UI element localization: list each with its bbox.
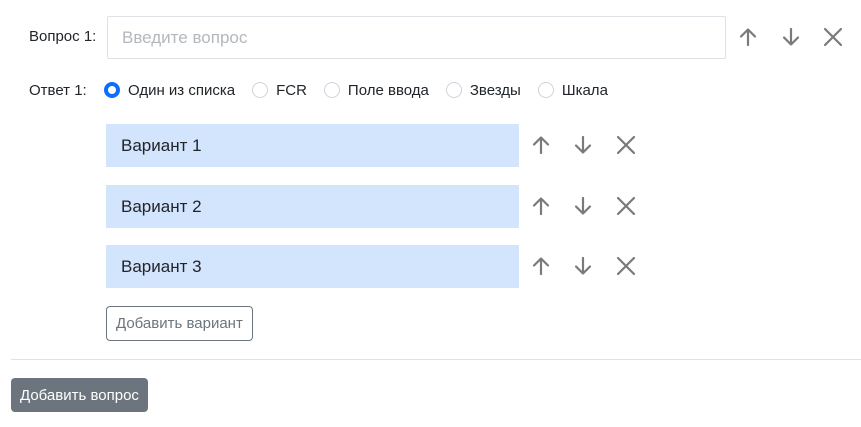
- arrow-down-icon: [574, 256, 592, 275]
- option-remove-button[interactable]: [611, 251, 641, 281]
- answer-label: Ответ 1:: [29, 82, 87, 99]
- option-field[interactable]: Вариант 3: [106, 245, 519, 288]
- radio-unchecked[interactable]: [323, 82, 340, 98]
- answer-type-single-choice[interactable]: Один из списка: [104, 82, 235, 99]
- answer-type-group: Один из списка FCR Поле ввода Звезды Шка…: [104, 78, 608, 102]
- divider: [11, 359, 861, 360]
- answer-type-label: Один из списка: [128, 81, 236, 99]
- close-icon: [823, 27, 843, 47]
- arrow-down-icon: [782, 27, 800, 46]
- close-icon: [616, 196, 636, 216]
- radio-checked[interactable]: [104, 82, 120, 98]
- option-remove-button[interactable]: [611, 130, 641, 160]
- answer-type-label: FCR: [276, 81, 307, 99]
- question-label: Вопрос 1:: [29, 28, 97, 45]
- answer-type-row: Ответ 1: Один из списка FCR Поле ввода З…: [0, 78, 861, 102]
- answer-type-label: Звезды: [469, 81, 521, 99]
- option-move-down-button[interactable]: [568, 130, 598, 160]
- question-input[interactable]: [107, 16, 726, 59]
- option-move-up-button[interactable]: [526, 130, 556, 160]
- arrow-down-icon: [574, 135, 592, 154]
- arrow-up-icon: [532, 197, 550, 216]
- option-field[interactable]: Вариант 2: [106, 185, 519, 228]
- question-row: Вопрос 1:: [0, 16, 861, 59]
- add-question-button[interactable]: Добавить вопрос: [11, 378, 148, 412]
- close-icon: [616, 135, 636, 155]
- radio-unchecked[interactable]: [252, 82, 269, 98]
- radio-unchecked[interactable]: [537, 82, 554, 98]
- option-field[interactable]: Вариант 1: [106, 124, 519, 167]
- radio-unchecked[interactable]: [445, 82, 462, 98]
- arrow-up-icon: [532, 257, 550, 276]
- close-icon: [616, 256, 636, 276]
- arrow-down-icon: [574, 196, 592, 215]
- option-move-up-button[interactable]: [526, 191, 556, 221]
- arrow-up-icon: [532, 136, 550, 155]
- option-move-down-button[interactable]: [568, 191, 598, 221]
- answer-type-fcr[interactable]: FCR: [252, 82, 307, 99]
- answer-type-label: Шкала: [561, 81, 608, 99]
- option-move-down-button[interactable]: [568, 251, 598, 281]
- question-move-up-button[interactable]: [733, 22, 763, 52]
- option-move-up-button[interactable]: [526, 251, 556, 281]
- arrow-up-icon: [739, 28, 757, 47]
- answer-type-label: Поле ввода: [347, 81, 429, 99]
- question-move-down-button[interactable]: [776, 22, 806, 52]
- answer-type-stars[interactable]: Звезды: [445, 81, 521, 99]
- answer-type-scale[interactable]: Шкала: [537, 81, 608, 99]
- add-option-button[interactable]: Добавить вариант: [106, 306, 253, 341]
- answer-type-input-field[interactable]: Поле ввода: [323, 81, 429, 99]
- question-remove-button[interactable]: [818, 22, 848, 52]
- option-remove-button[interactable]: [611, 191, 641, 221]
